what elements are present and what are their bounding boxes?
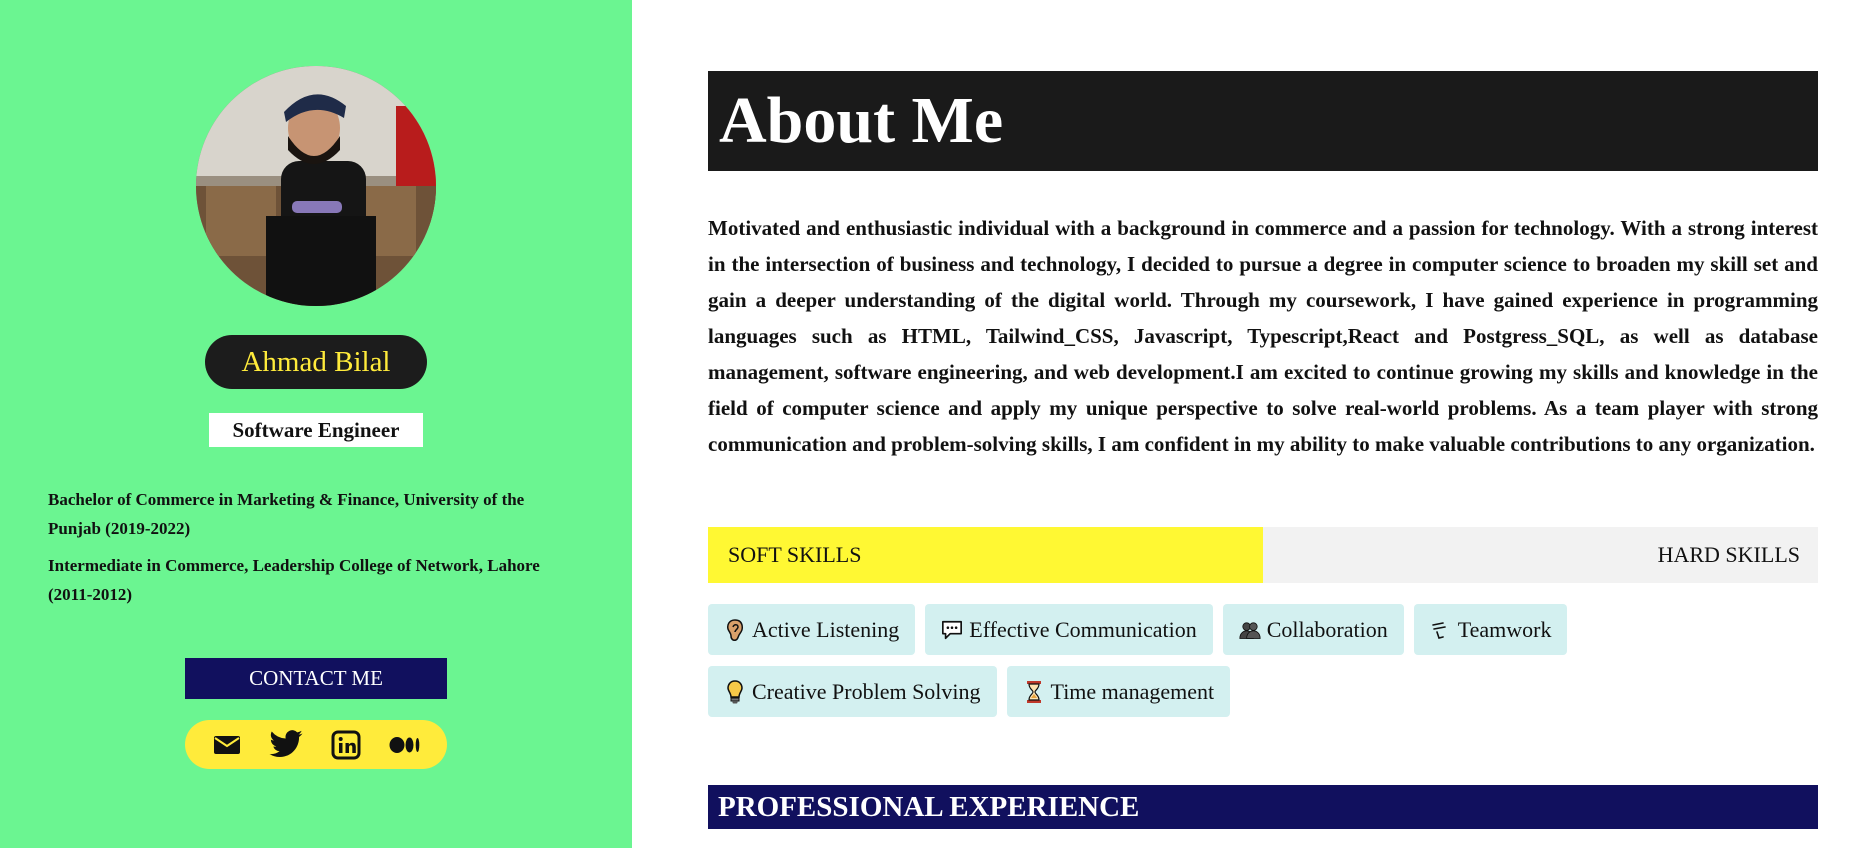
- linkedin-icon[interactable]: [328, 727, 364, 763]
- skill-label: Creative Problem Solving: [752, 678, 981, 704]
- skill-chip: Teamwork: [1413, 604, 1568, 655]
- speech-bubble-icon: [941, 617, 963, 643]
- profile-sidebar: Ahmad Bilal Software Engineer Bachelor o…: [0, 0, 632, 848]
- skill-chip: Active Listening: [708, 604, 916, 655]
- skill-label: Teamwork: [1457, 616, 1552, 642]
- education-item: Bachelor of Commerce in Marketing & Fina…: [48, 490, 525, 538]
- skill-label: Collaboration: [1266, 616, 1388, 642]
- skill-label: Effective Communication: [969, 616, 1197, 642]
- social-links: [185, 720, 447, 769]
- skill-label: Time management: [1050, 678, 1215, 704]
- profile-name: Ahmad Bilal: [205, 335, 427, 389]
- teamwork-icon: [1430, 617, 1452, 643]
- skill-chip: Time management: [1006, 666, 1231, 717]
- contact-me-button[interactable]: CONTACT ME: [185, 658, 447, 699]
- tab-hard-skills[interactable]: HARD SKILLS: [1263, 527, 1818, 583]
- skill-chip: Creative Problem Solving: [708, 666, 997, 717]
- skills-row: Active Listening Effective Communication…: [708, 604, 1818, 655]
- avatar: [196, 66, 436, 306]
- skill-label: Active Listening: [752, 616, 900, 642]
- people-icon: [1239, 617, 1261, 643]
- about-paragraph: Motivated and enthusiastic individual wi…: [708, 216, 1818, 456]
- education-item: Intermediate in Commerce, Leadership Col…: [48, 556, 540, 604]
- about-heading: About Me: [708, 71, 1818, 171]
- skills-list: Active Listening Effective Communication…: [708, 604, 1818, 728]
- twitter-icon[interactable]: [268, 727, 304, 763]
- tab-soft-skills[interactable]: SOFT SKILLS: [708, 527, 1263, 583]
- skill-chip: Effective Communication: [925, 604, 1213, 655]
- skill-chip: Collaboration: [1222, 604, 1404, 655]
- skills-row: Creative Problem Solving Time management: [708, 666, 1818, 717]
- skills-tabs: SOFT SKILLS HARD SKILLS: [708, 527, 1818, 583]
- job-title: Software Engineer: [209, 413, 423, 447]
- ear-icon: [724, 617, 746, 643]
- mail-icon[interactable]: [209, 727, 245, 763]
- professional-experience-heading: PROFESSIONAL EXPERIENCE: [708, 785, 1818, 829]
- profile-photo: [196, 66, 436, 306]
- hourglass-icon: [1023, 679, 1045, 705]
- lightbulb-icon: [724, 679, 746, 705]
- medium-icon[interactable]: [387, 727, 423, 763]
